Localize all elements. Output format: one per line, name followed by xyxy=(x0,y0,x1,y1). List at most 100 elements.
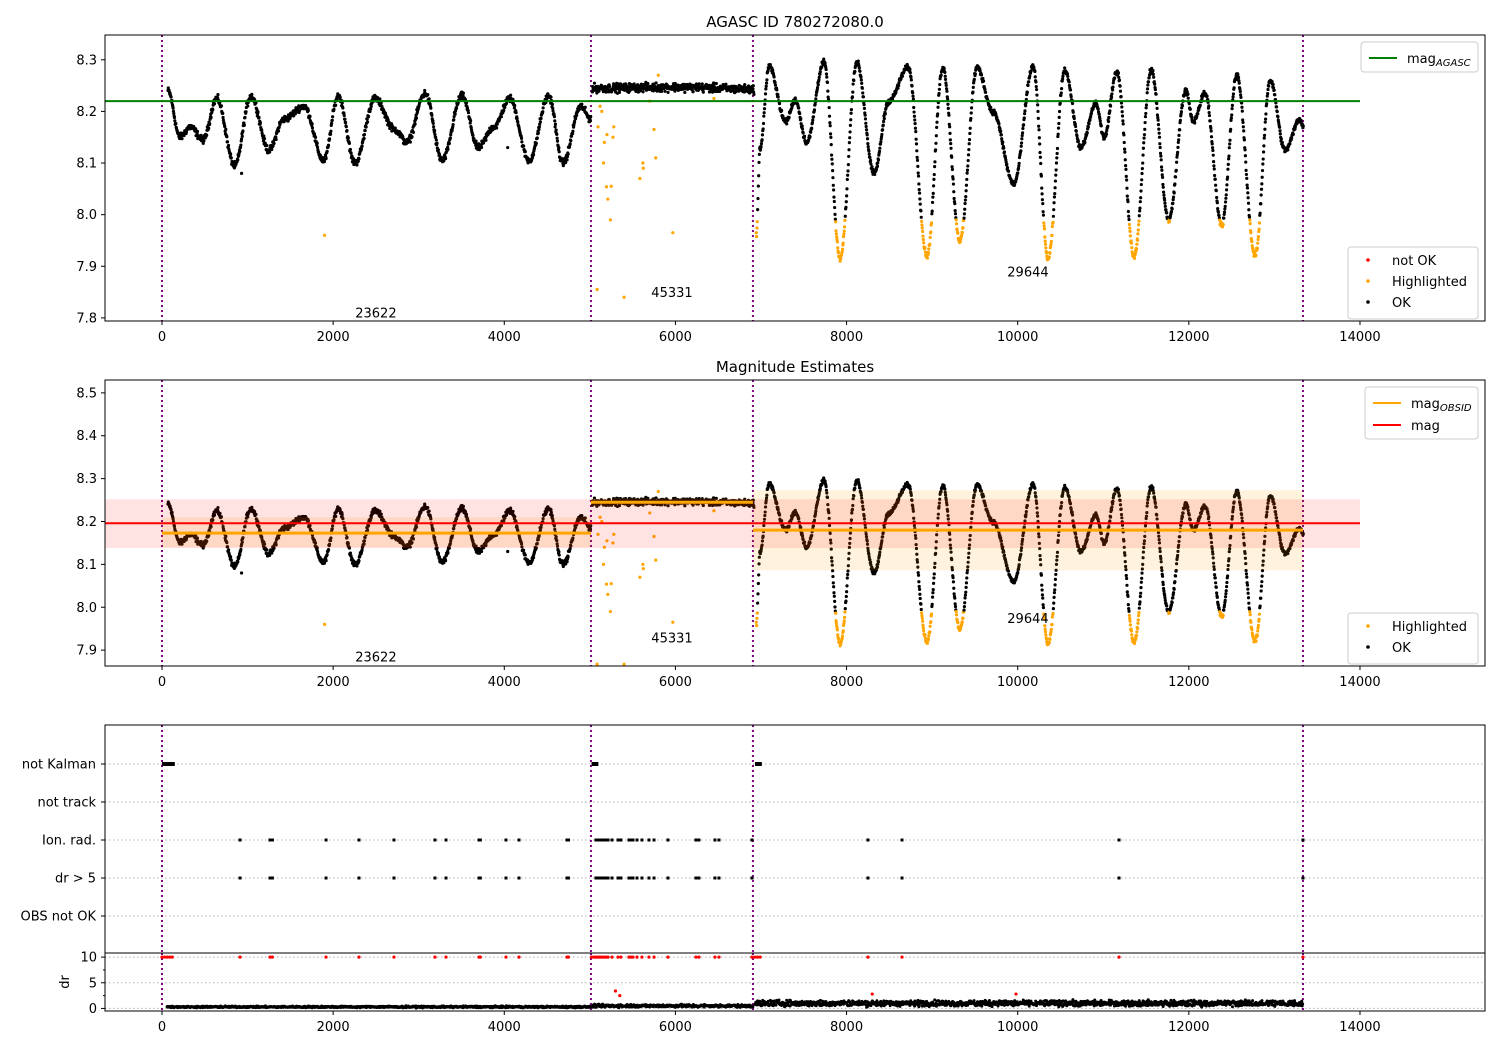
ok-point xyxy=(1121,119,1125,123)
ok-point xyxy=(1272,88,1276,92)
x-tick-label: 12000 xyxy=(1168,675,1209,690)
ok-point xyxy=(962,216,966,220)
ok-point xyxy=(1280,140,1284,145)
ok-point xyxy=(943,70,947,75)
ok-point xyxy=(1037,124,1041,128)
ok-point xyxy=(357,157,361,161)
ok-point xyxy=(810,126,814,130)
ok-point xyxy=(931,191,935,195)
ok-point xyxy=(873,172,877,176)
ok-point xyxy=(324,558,328,563)
highlighted-point xyxy=(839,256,843,261)
ok-point xyxy=(180,137,184,141)
ok-point xyxy=(328,132,333,136)
ok-point xyxy=(1122,140,1126,145)
ok-point xyxy=(1276,115,1280,119)
ok-point xyxy=(426,93,430,97)
y-tick-label: 8.0 xyxy=(76,601,97,616)
ok-point xyxy=(1158,145,1162,150)
ok-point xyxy=(971,85,975,89)
ok-point xyxy=(1231,92,1236,96)
ok-point xyxy=(866,145,870,149)
ok-point xyxy=(989,105,993,109)
highlighted-point xyxy=(1047,255,1051,259)
ok-point xyxy=(825,80,830,85)
ok-point xyxy=(513,103,517,108)
ok-point xyxy=(565,158,569,162)
ok-point xyxy=(1124,163,1128,168)
ok-point xyxy=(1040,198,1045,202)
ok-point xyxy=(762,107,767,111)
ok-point xyxy=(851,90,855,94)
ok-point xyxy=(862,103,866,107)
highlighted-point xyxy=(1167,220,1172,224)
highlighted-point xyxy=(921,237,925,242)
ok-point xyxy=(911,94,915,98)
highlighted-point xyxy=(1043,235,1047,239)
ok-point xyxy=(1246,201,1251,205)
ok-point xyxy=(946,106,950,111)
ok-point xyxy=(357,559,361,563)
ok-point xyxy=(938,82,942,87)
ok-point xyxy=(1163,204,1167,208)
ok-point xyxy=(1213,177,1217,181)
ok-point xyxy=(1159,154,1163,158)
ok-point xyxy=(1107,115,1111,120)
ok-point xyxy=(250,92,254,96)
ok-point xyxy=(913,118,917,122)
ok-point xyxy=(474,139,478,143)
ok-point xyxy=(823,61,827,65)
ok-point xyxy=(1172,191,1176,195)
ok-point xyxy=(908,67,912,71)
ok-point xyxy=(1245,186,1250,190)
ok-point xyxy=(583,105,587,109)
ok-point xyxy=(951,182,956,186)
ok-point xyxy=(1261,150,1266,154)
highlighted-point xyxy=(600,109,604,114)
ok-point xyxy=(240,134,244,138)
ok-point xyxy=(971,90,975,94)
ok-point xyxy=(797,106,801,110)
ok-point xyxy=(364,125,368,129)
ok-point xyxy=(1236,75,1241,80)
ok-point xyxy=(239,143,243,147)
highlighted-point xyxy=(1049,239,1053,244)
highlighted-point xyxy=(1256,237,1260,242)
ok-point xyxy=(969,111,973,115)
ok-point xyxy=(1226,162,1230,166)
ok-point xyxy=(1054,173,1058,177)
ok-point xyxy=(369,107,373,111)
ok-point xyxy=(329,121,334,125)
ok-point xyxy=(1040,192,1044,196)
ok-point xyxy=(966,158,970,163)
ok-point xyxy=(1143,120,1147,125)
highlighted-point xyxy=(712,96,716,101)
ok-point xyxy=(1141,161,1145,165)
highlighted-point xyxy=(928,242,932,246)
ok-point xyxy=(499,114,503,119)
ok-point xyxy=(1125,178,1129,182)
ok-point xyxy=(915,158,920,162)
ok-point xyxy=(802,134,807,138)
ok-point xyxy=(896,86,900,90)
ok-point xyxy=(1165,211,1169,215)
ok-point xyxy=(466,111,471,115)
highlighted-point xyxy=(954,218,958,222)
ok-point xyxy=(1120,110,1124,114)
ok-point xyxy=(1124,174,1128,178)
x-tick-label: 14000 xyxy=(1339,675,1380,690)
ok-point xyxy=(448,136,452,140)
ok-point xyxy=(1243,148,1247,152)
ok-point xyxy=(1158,151,1163,155)
ok-point xyxy=(1059,91,1063,95)
ok-point xyxy=(1028,74,1032,78)
ok-point xyxy=(1142,141,1146,145)
ok-point xyxy=(566,555,570,559)
ok-point xyxy=(1207,113,1212,118)
ok-point xyxy=(760,133,765,137)
ok-point xyxy=(1215,195,1219,200)
ok-point xyxy=(221,111,225,115)
ok-point xyxy=(1056,126,1061,130)
ok-point xyxy=(274,137,278,142)
ok-point xyxy=(348,551,353,555)
